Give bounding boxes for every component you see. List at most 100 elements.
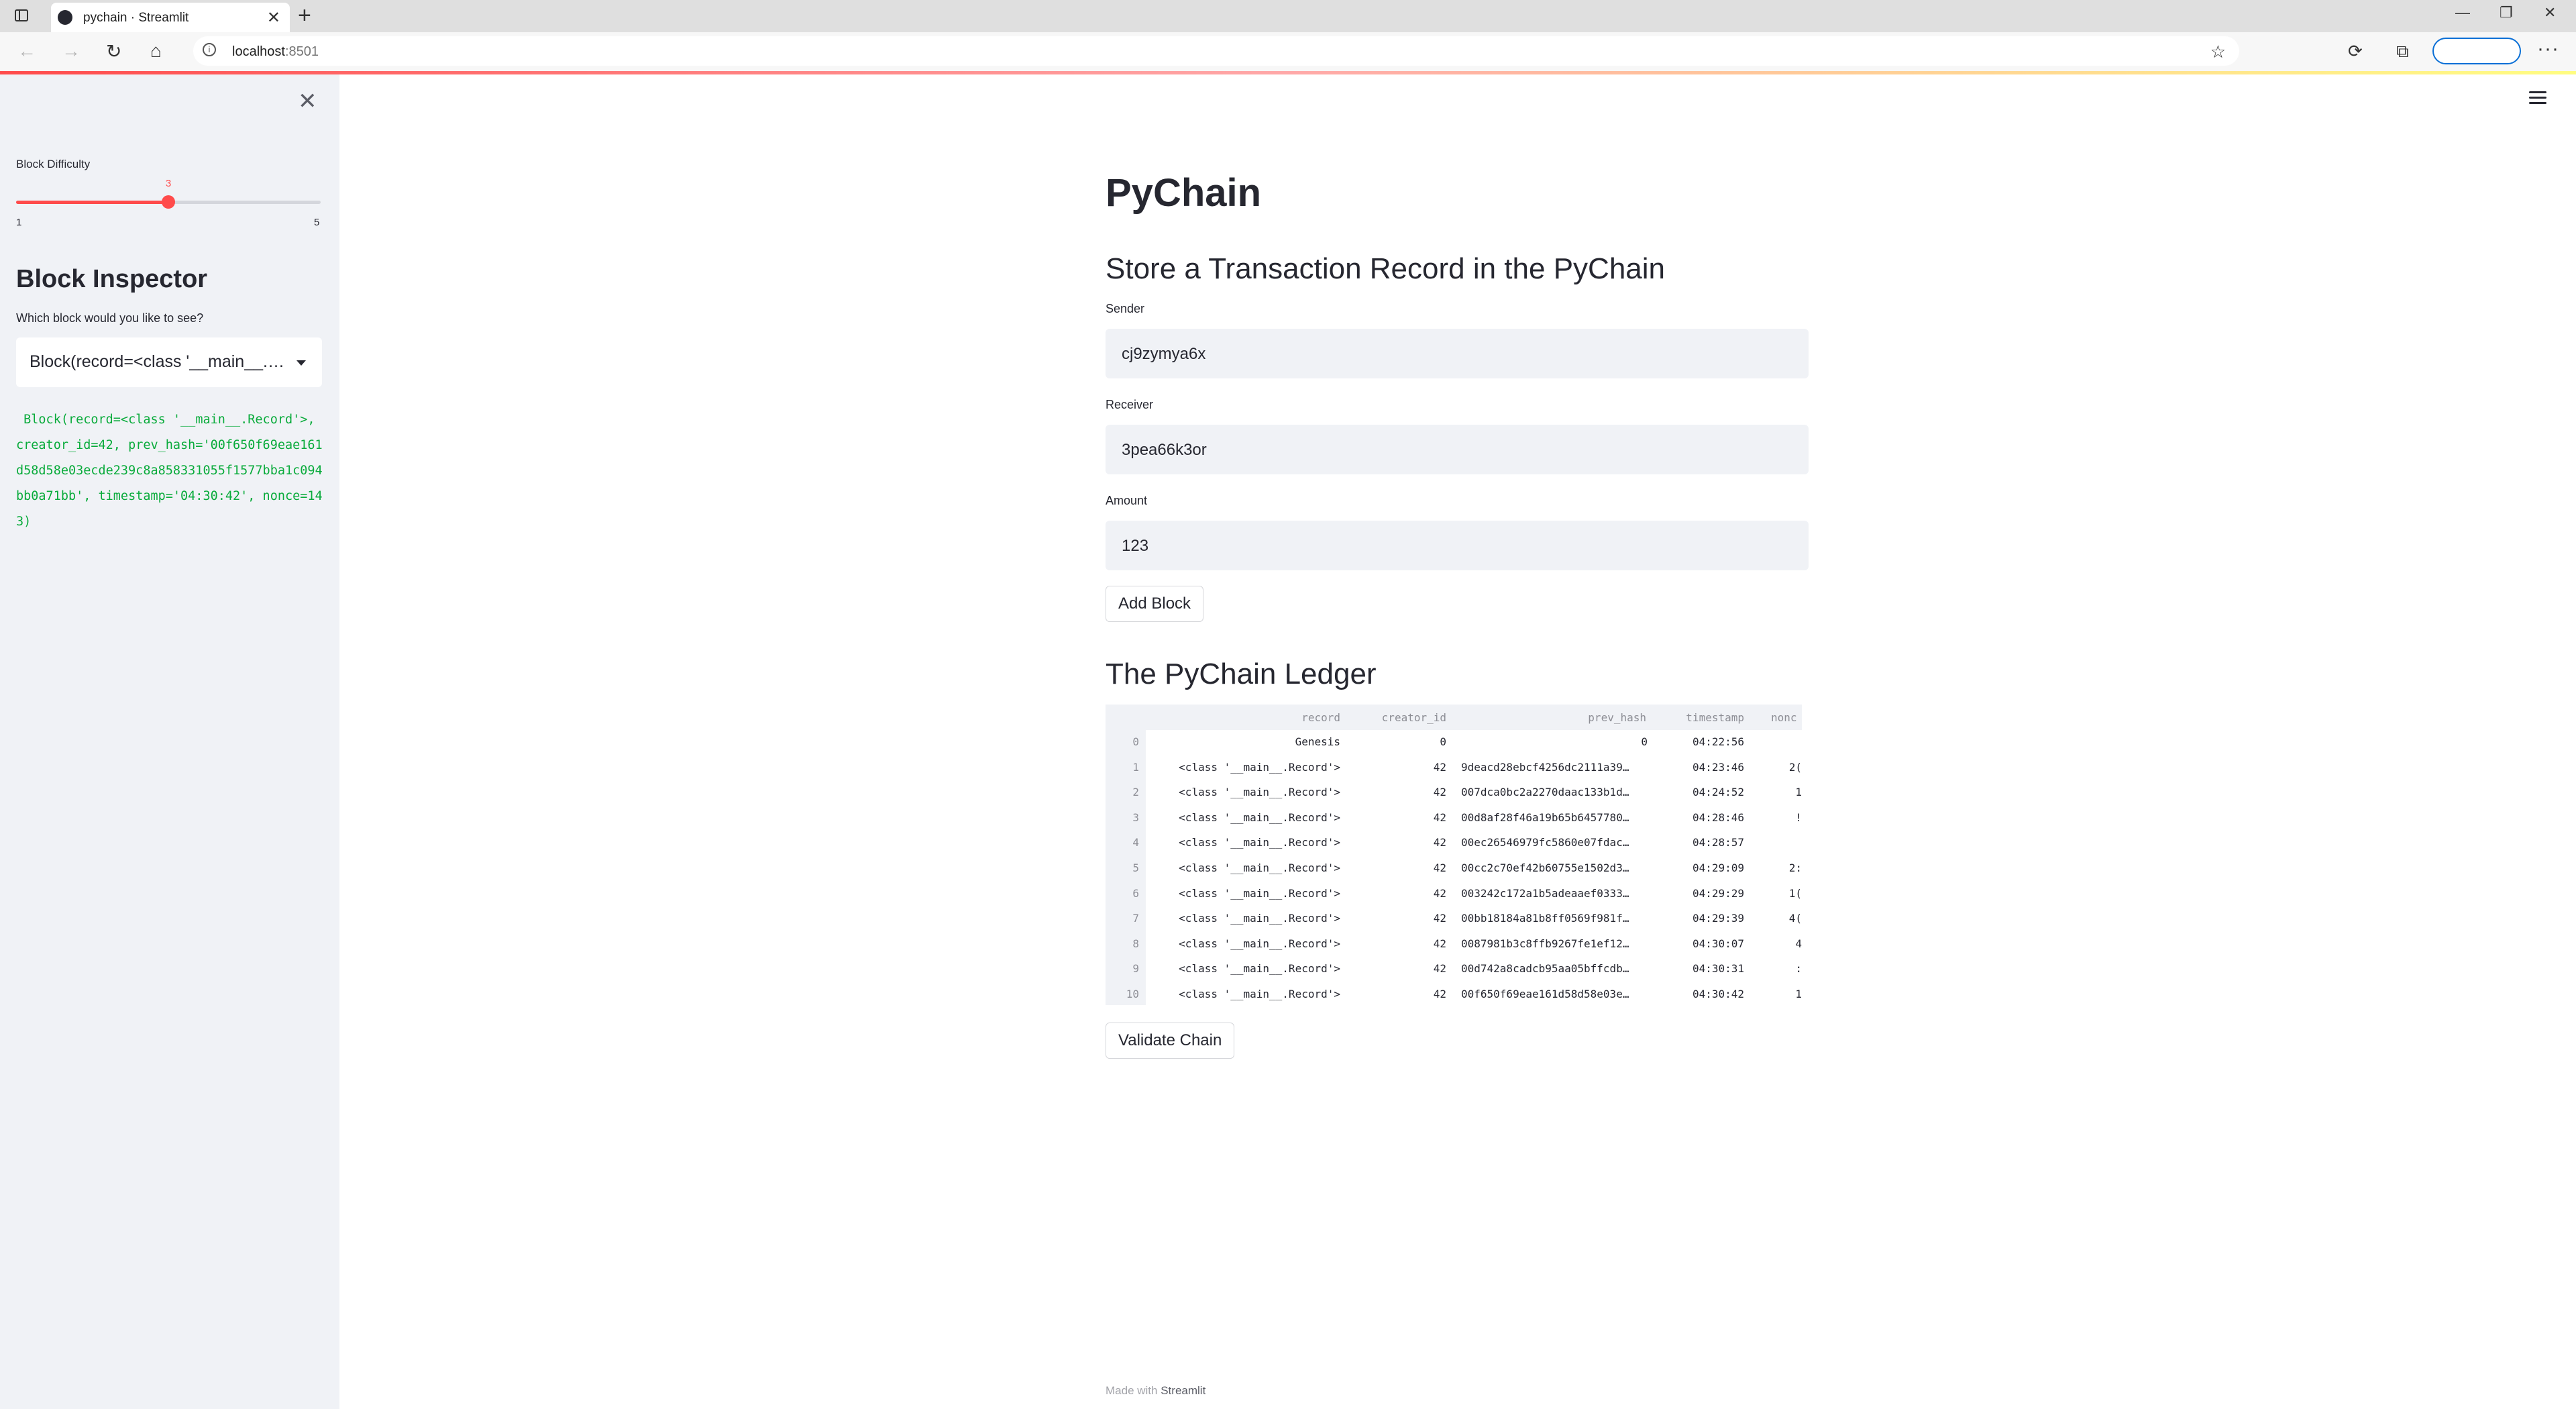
difficulty-slider[interactable]: 3 — [16, 178, 321, 209]
favorite-star-icon[interactable]: ☆ — [2210, 42, 2226, 62]
cell-timestamp: 04:29:39 — [1692, 912, 1744, 925]
footer: Made with Streamlit — [1106, 1384, 1205, 1398]
tab-title: pychain · Streamlit — [83, 11, 189, 25]
difficulty-slider-label: Block Difficulty — [16, 158, 91, 170]
row-index: 6 — [1132, 886, 1139, 900]
collections-icon[interactable]: ⧉ — [2396, 41, 2409, 62]
cell-timestamp: 04:29:09 — [1692, 862, 1744, 874]
table-row[interactable]: 0 Genesis 0 0 04:22:56 — [1106, 735, 1802, 761]
row-index: 7 — [1132, 912, 1139, 925]
cell-record: <class '__main__.Record'> — [1179, 886, 1340, 900]
cell-record: <class '__main__.Record'> — [1179, 786, 1340, 799]
cell-prev-hash: 00d8af28f46a19b65b6457780… — [1461, 811, 1629, 824]
cell-record: Genesis — [1295, 735, 1340, 748]
slider-max-value: 5 — [314, 217, 320, 228]
cell-record: <class '__main__.Record'> — [1179, 836, 1340, 849]
site-info-icon[interactable]: i — [203, 43, 216, 56]
refresh-icon[interactable]: ↻ — [106, 40, 121, 62]
cell-creator-id: 42 — [1433, 886, 1446, 900]
cell-prev-hash: 9deacd28ebcf4256dc2111a39… — [1461, 760, 1629, 774]
amount-input[interactable]: 123 — [1106, 521, 1809, 570]
cell-creator-id: 42 — [1433, 962, 1446, 976]
column-header[interactable]: timestamp — [1664, 711, 1744, 724]
back-icon[interactable]: ← — [17, 40, 36, 62]
slider-thumb[interactable] — [162, 195, 175, 209]
cell-prev-hash: 003242c172a1b5adeaaef0333… — [1461, 886, 1629, 900]
more-options-icon[interactable]: ··· — [2537, 38, 2559, 60]
row-index: 2 — [1132, 786, 1139, 799]
restore-icon[interactable]: ❐ — [2500, 4, 2513, 21]
table-row[interactable]: 6 <class '__main__.Record'> 42 003242c172a1… — [1106, 887, 1802, 912]
cell-creator-id: 42 — [1433, 786, 1446, 799]
address-bar[interactable]: i localhost:8501 ☆ — [193, 36, 2239, 66]
cell-timestamp: 04:30:07 — [1692, 937, 1744, 950]
table-row[interactable]: 9 <class '__main__.Record'> 42 00d742a8cadc… — [1106, 962, 1802, 988]
transaction-subheader: Store a Transaction Record in the PyChai… — [1106, 252, 1666, 285]
new-tab-icon[interactable]: + — [298, 3, 311, 29]
extensions-icon[interactable]: ⟳ — [2348, 41, 2363, 62]
cell-prev-hash: 0087981b3c8ffb9267fe1ef12… — [1461, 937, 1629, 950]
sender-input[interactable]: cj9zymya6x — [1106, 329, 1809, 378]
add-block-button[interactable]: Add Block — [1106, 586, 1204, 622]
column-header[interactable]: prev_hash — [1512, 711, 1646, 724]
validate-chain-button[interactable]: Validate Chain — [1106, 1023, 1235, 1059]
cell-timestamp: 04:30:42 — [1692, 988, 1744, 1000]
column-header[interactable]: creator_id — [1352, 711, 1446, 724]
table-row[interactable]: 2 <class '__main__.Record'> 42 007dca0bc2a2… — [1106, 786, 1802, 811]
cell-record: <class '__main__.Record'> — [1179, 912, 1340, 925]
cell-prev-hash: 007dca0bc2a2270daac133b1d… — [1461, 786, 1629, 799]
browser-tab[interactable]: pychain · Streamlit ✕ — [51, 3, 290, 32]
tab-actions-icon[interactable] — [15, 9, 28, 21]
table-row[interactable]: 4 <class '__main__.Record'> 42 00ec26546979… — [1106, 836, 1802, 862]
cell-record: <class '__main__.Record'> — [1179, 937, 1340, 950]
streamlit-decoration-bar — [0, 71, 2576, 74]
table-row[interactable]: 5 <class '__main__.Record'> 42 00cc2c70ef42… — [1106, 862, 1802, 887]
close-tab-icon[interactable]: ✕ — [267, 8, 280, 28]
cell-nonce: 1 — [1795, 988, 1802, 1000]
row-index: 1 — [1132, 760, 1139, 774]
cell-creator-id: 42 — [1433, 912, 1446, 925]
page-title: PyChain — [1106, 171, 1262, 215]
slider-current-value: 3 — [165, 178, 172, 189]
row-index: 3 — [1132, 811, 1139, 824]
block-select-label: Which block would you like to see? — [16, 311, 204, 325]
amount-label: Amount — [1106, 494, 1148, 507]
column-header[interactable]: record — [1139, 711, 1340, 724]
cell-prev-hash: 00ec26546979fc5860e07fdac… — [1461, 836, 1629, 849]
browser-toolbar: ← → ↻ ⌂ i localhost:8501 ☆ ⟳ ⧉ ··· — [0, 32, 2576, 71]
receiver-value: 3pea66k3or — [1122, 441, 1207, 459]
table-row[interactable]: 1 <class '__main__.Record'> 42 9deacd28ebcf… — [1106, 761, 1802, 786]
column-header[interactable]: nonc — [1771, 711, 1797, 724]
cell-creator-id: 42 — [1433, 811, 1446, 824]
table-row[interactable]: 10 <class '__main__.Record'> 42 00f650f69ea… — [1106, 988, 1802, 1005]
table-row[interactable]: 8 <class '__main__.Record'> 42 0087981b3c8f… — [1106, 937, 1802, 963]
cell-prev-hash: 0 — [1641, 735, 1648, 748]
cell-nonce: 4 — [1795, 937, 1802, 950]
sidebar-close-icon[interactable]: ✕ — [298, 88, 317, 115]
block-code-output: Block(record=<class '__main__.Record'>, … — [16, 413, 323, 529]
cell-timestamp: 04:22:56 — [1692, 735, 1744, 748]
cell-record: <class '__main__.Record'> — [1179, 760, 1340, 774]
sender-label: Sender — [1106, 302, 1145, 315]
slider-fill — [16, 201, 168, 204]
cell-prev-hash: 00f650f69eae161d58d58e03e… — [1461, 988, 1629, 1000]
footer-streamlit-link[interactable]: Streamlit — [1161, 1384, 1205, 1397]
block-select[interactable]: Block(record=<class '__main__.R... — [16, 337, 322, 387]
chevron-down-icon — [297, 360, 306, 366]
cell-record: <class '__main__.Record'> — [1179, 862, 1340, 874]
ledger-table[interactable]: record creator_id prev_hash timestamp nonc 0… — [1106, 704, 1802, 1005]
minimize-icon[interactable]: — — [2455, 4, 2470, 21]
sender-value: cj9zymya6x — [1122, 345, 1206, 363]
main-menu-icon[interactable] — [2529, 91, 2546, 105]
table-header-row: record creator_id prev_hash timestamp nonc — [1106, 704, 1802, 730]
cell-nonce: 1 — [1795, 786, 1802, 799]
receiver-input[interactable]: 3pea66k3or — [1106, 425, 1809, 474]
slider-min-value: 1 — [16, 217, 22, 228]
table-row[interactable]: 3 <class '__main__.Record'> 42 00d8af28f46a… — [1106, 811, 1802, 837]
forward-icon[interactable]: → — [62, 40, 80, 62]
cell-prev-hash: 00d742a8cadcb95aa05bffcdb… — [1461, 962, 1629, 976]
home-icon[interactable]: ⌂ — [150, 40, 162, 62]
table-row[interactable]: 7 <class '__main__.Record'> 42 00bb18184a81… — [1106, 912, 1802, 937]
window-close-icon[interactable]: ✕ — [2544, 4, 2556, 21]
profile-button[interactable] — [2432, 38, 2521, 64]
